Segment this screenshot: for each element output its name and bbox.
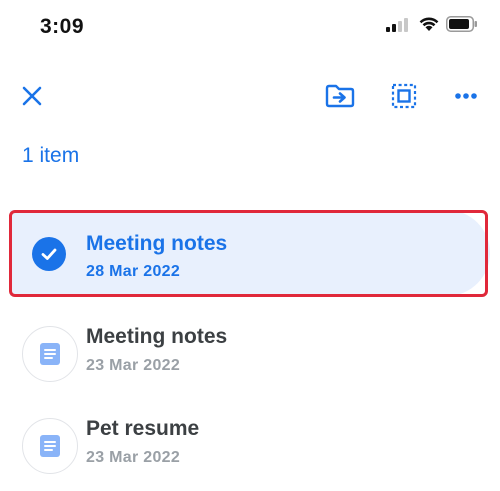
list-item[interactable]: Pet resume 23 Mar 2022 xyxy=(10,400,490,486)
document-icon xyxy=(40,435,60,457)
move-to-folder-icon xyxy=(325,84,355,108)
selected-check[interactable] xyxy=(32,237,66,271)
more-options-button[interactable] xyxy=(446,76,486,116)
selected-row-background xyxy=(10,210,490,296)
file-date: 28 Mar 2022 xyxy=(86,263,181,280)
file-icon-container xyxy=(22,326,78,382)
file-icon-container xyxy=(22,418,78,474)
close-icon xyxy=(22,86,42,106)
move-to-folder-button[interactable] xyxy=(320,76,360,116)
signal-icon xyxy=(386,18,408,32)
check-icon xyxy=(41,248,57,260)
close-button[interactable] xyxy=(12,76,52,116)
selection-count: 1 item xyxy=(22,144,80,167)
status-time: 3:09 xyxy=(40,15,85,38)
file-title: Meeting notes xyxy=(86,232,228,255)
select-all-icon xyxy=(391,83,417,109)
select-all-button[interactable] xyxy=(384,76,424,116)
wifi-icon xyxy=(419,17,439,31)
status-bar: 3:09 xyxy=(0,0,500,56)
file-date: 23 Mar 2022 xyxy=(86,357,181,374)
battery-icon xyxy=(446,16,477,32)
list-item[interactable]: Meeting notes 23 Mar 2022 xyxy=(10,308,490,394)
list-item-selected[interactable]: Meeting notes 28 Mar 2022 xyxy=(10,210,490,296)
document-icon xyxy=(40,343,60,365)
file-title: Meeting notes xyxy=(86,325,228,348)
more-icon xyxy=(455,93,477,99)
selection-toolbar xyxy=(0,72,500,122)
file-date: 23 Mar 2022 xyxy=(86,449,181,466)
file-title: Pet resume xyxy=(86,417,200,440)
status-icons xyxy=(386,16,478,32)
